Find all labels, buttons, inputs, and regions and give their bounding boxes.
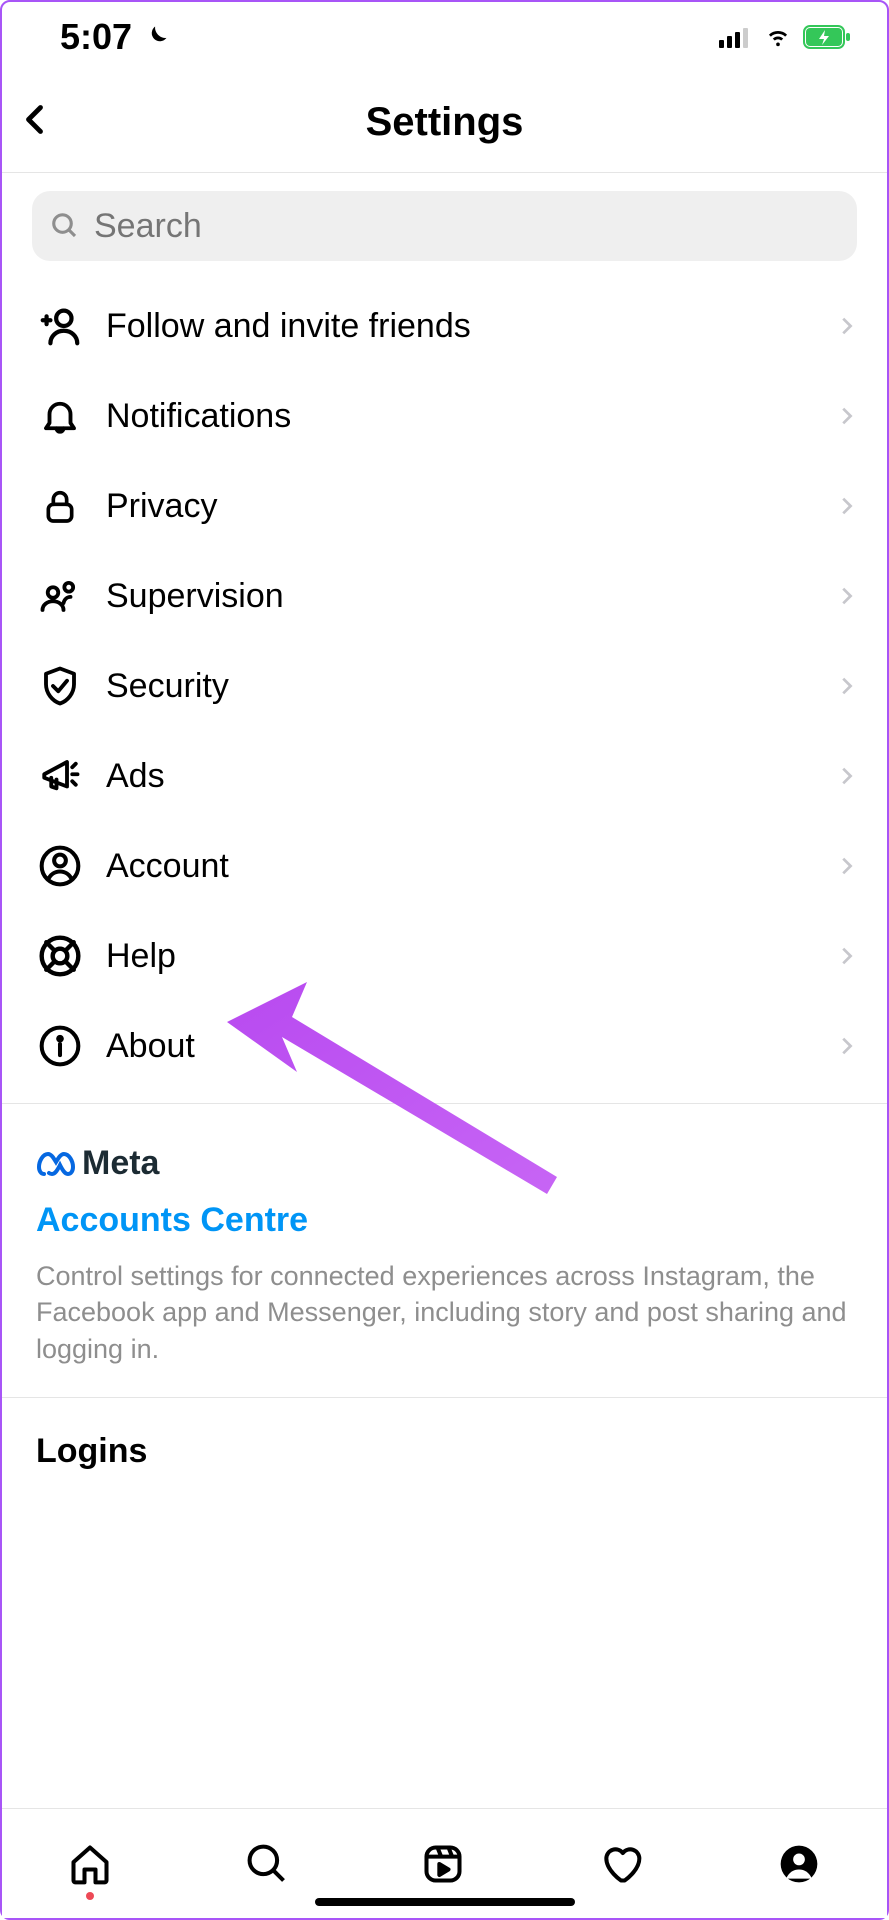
- accounts-centre-link[interactable]: Accounts Centre: [36, 1201, 853, 1240]
- megaphone-icon: [36, 752, 84, 800]
- menu-security[interactable]: Security: [2, 641, 887, 731]
- menu-follow-invite[interactable]: Follow and invite friends: [2, 281, 887, 371]
- menu-about[interactable]: About: [2, 1001, 887, 1091]
- menu-privacy[interactable]: Privacy: [2, 461, 887, 551]
- chevron-right-icon: [835, 311, 857, 341]
- search-box[interactable]: [32, 191, 857, 261]
- menu-label: Account: [106, 847, 835, 886]
- menu-supervision[interactable]: Supervision: [2, 551, 887, 641]
- back-button[interactable]: [18, 96, 54, 149]
- bell-icon: [36, 392, 84, 440]
- search-icon: [50, 211, 80, 241]
- status-time: 5:07: [60, 16, 132, 58]
- page-title: Settings: [366, 100, 524, 145]
- nav-search[interactable]: [245, 1842, 289, 1886]
- chevron-right-icon: [835, 851, 857, 881]
- cellular-icon: [719, 26, 753, 48]
- meta-section: Meta Accounts Centre Control settings fo…: [2, 1103, 887, 1397]
- logins-section: Logins: [2, 1397, 887, 1505]
- supervision-icon: [36, 572, 84, 620]
- search-icon: [245, 1842, 289, 1886]
- menu-label: Ads: [106, 757, 835, 796]
- status-left: 5:07: [60, 16, 170, 58]
- logins-title: Logins: [36, 1432, 853, 1471]
- menu-account[interactable]: Account: [2, 821, 887, 911]
- chevron-right-icon: [835, 581, 857, 611]
- nav-notification-dot: [86, 1892, 94, 1900]
- menu-label: Help: [106, 937, 835, 976]
- shield-check-icon: [36, 662, 84, 710]
- nav-activity[interactable]: [598, 1842, 644, 1886]
- battery-charging-icon: [803, 25, 851, 49]
- home-indicator: [315, 1898, 575, 1906]
- info-icon: [36, 1022, 84, 1070]
- search-container: [2, 173, 887, 271]
- profile-icon: [777, 1842, 821, 1886]
- meta-brand: Meta: [82, 1144, 159, 1183]
- lifebuoy-icon: [36, 932, 84, 980]
- status-right: [719, 25, 851, 49]
- status-bar: 5:07: [2, 2, 887, 72]
- meta-icon: [36, 1150, 76, 1178]
- heart-icon: [598, 1842, 644, 1886]
- bottom-nav: [2, 1808, 887, 1918]
- menu-label: Privacy: [106, 487, 835, 526]
- home-icon: [68, 1842, 112, 1886]
- moon-icon: [142, 23, 170, 51]
- menu-label: Security: [106, 667, 835, 706]
- lock-icon: [36, 482, 84, 530]
- menu-label: About: [106, 1027, 835, 1066]
- search-input[interactable]: [94, 207, 839, 246]
- chevron-right-icon: [835, 941, 857, 971]
- menu-label: Supervision: [106, 577, 835, 616]
- invite-friends-icon: [36, 302, 84, 350]
- menu-ads[interactable]: Ads: [2, 731, 887, 821]
- account-icon: [36, 842, 84, 890]
- chevron-right-icon: [835, 761, 857, 791]
- reels-icon: [421, 1842, 465, 1886]
- menu-help[interactable]: Help: [2, 911, 887, 1001]
- menu-label: Follow and invite friends: [106, 307, 835, 346]
- meta-description: Control settings for connected experienc…: [36, 1258, 853, 1367]
- settings-menu: Follow and invite friends Notifications …: [2, 271, 887, 1091]
- nav-reels[interactable]: [421, 1842, 465, 1886]
- chevron-left-icon: [18, 96, 54, 144]
- chevron-right-icon: [835, 401, 857, 431]
- chevron-right-icon: [835, 671, 857, 701]
- header: Settings: [2, 72, 887, 172]
- menu-label: Notifications: [106, 397, 835, 436]
- chevron-right-icon: [835, 1031, 857, 1061]
- chevron-right-icon: [835, 491, 857, 521]
- meta-logo: Meta: [36, 1144, 853, 1183]
- wifi-icon: [763, 26, 793, 48]
- nav-profile[interactable]: [777, 1842, 821, 1886]
- nav-home[interactable]: [68, 1842, 112, 1886]
- menu-notifications[interactable]: Notifications: [2, 371, 887, 461]
